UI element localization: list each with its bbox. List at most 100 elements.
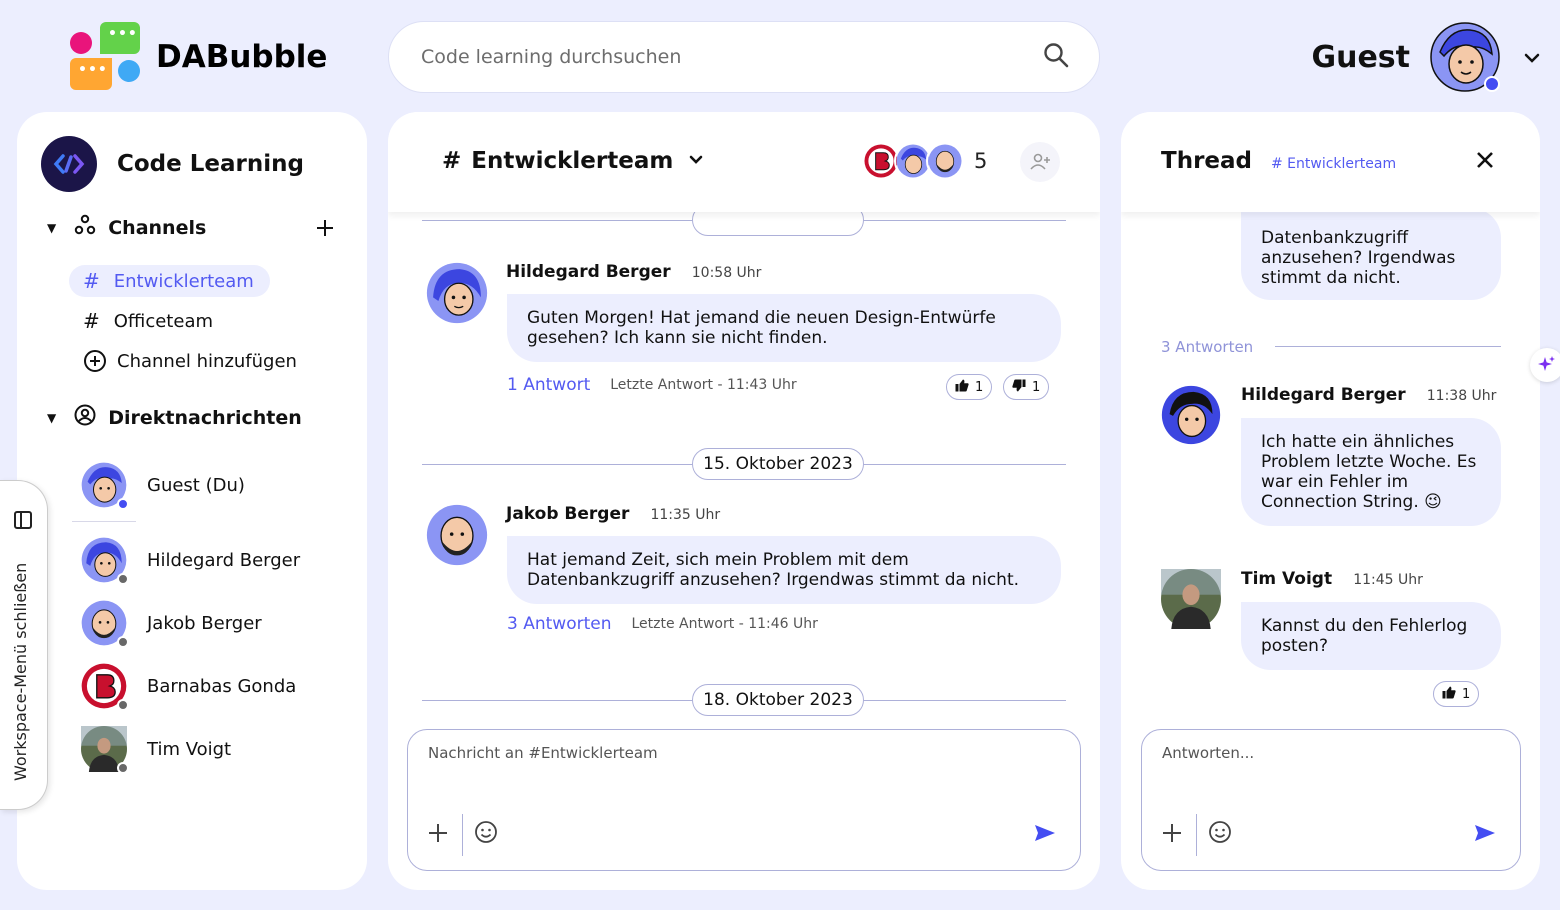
workspace-header[interactable]: Code Learning bbox=[41, 136, 304, 192]
channel-header: # Entwicklerteam 5 bbox=[388, 112, 1100, 212]
channels-section-toggle[interactable]: ▼ Channels bbox=[47, 214, 206, 241]
user-avatar[interactable] bbox=[1430, 22, 1500, 92]
reaction-thumbs-down[interactable]: 1 bbox=[1003, 374, 1050, 400]
author-name[interactable]: Jakob Berger bbox=[506, 504, 629, 524]
add-member-icon[interactable] bbox=[1020, 142, 1060, 182]
date-separator: 15. Oktober 2023 bbox=[422, 448, 1066, 480]
offline-status-dot bbox=[117, 636, 129, 648]
account-circle-icon bbox=[74, 404, 96, 431]
dm-name: Jakob Berger bbox=[147, 612, 262, 634]
dm-label: Direktnachrichten bbox=[108, 406, 302, 429]
message-bubble: Kannst du den Fehlerlog posten? bbox=[1241, 602, 1501, 670]
author-avatar[interactable] bbox=[1161, 385, 1221, 445]
author-name[interactable]: Hildegard Berger bbox=[1241, 385, 1406, 405]
date-pill: 18. Oktober 2023 bbox=[692, 684, 864, 716]
divider bbox=[1275, 346, 1501, 347]
message-bubble: Guten Morgen! Hat jemand die neuen Desig… bbox=[507, 294, 1061, 362]
hash-icon: # bbox=[83, 269, 100, 293]
online-status-dot bbox=[117, 498, 129, 510]
reaction-thumbs-up[interactable]: 1 bbox=[1433, 681, 1480, 707]
message-header: Hildegard Berger 11:38 Uhr bbox=[1241, 385, 1496, 405]
replies-link[interactable]: 3 Antworten bbox=[507, 614, 611, 634]
replies-link[interactable]: 1 Antwort bbox=[507, 375, 590, 395]
avatar bbox=[81, 462, 129, 510]
online-status-dot bbox=[1484, 76, 1500, 92]
divider bbox=[72, 521, 136, 522]
thread-composer bbox=[1141, 729, 1521, 871]
author-name[interactable]: Tim Voigt bbox=[1241, 569, 1332, 589]
channel-item-entwicklerteam[interactable]: # Entwicklerteam bbox=[69, 265, 270, 297]
chevron-down-icon[interactable] bbox=[1524, 48, 1540, 67]
thumbs-down-icon bbox=[1012, 379, 1026, 396]
send-icon[interactable] bbox=[1034, 824, 1056, 846]
author-name[interactable]: Hildegard Berger bbox=[506, 262, 671, 282]
channels-icon bbox=[74, 214, 96, 241]
offline-status-dot bbox=[117, 699, 129, 711]
dm-item-jakob-berger[interactable]: Jakob Berger bbox=[81, 600, 262, 648]
dm-section-toggle[interactable]: ▼ Direktnachrichten bbox=[47, 404, 302, 431]
sidebar-collapse-icon bbox=[14, 511, 32, 529]
reaction-count: 1 bbox=[1462, 686, 1471, 702]
add-attachment-icon[interactable] bbox=[428, 820, 448, 850]
workspace-name: Code Learning bbox=[117, 151, 304, 177]
thread-panel: Thread # Entwicklerteam Datenbankzugriff… bbox=[1121, 112, 1540, 890]
search-icon[interactable] bbox=[1043, 42, 1069, 72]
author-avatar[interactable] bbox=[426, 262, 488, 324]
dm-name: Tim Voigt bbox=[147, 738, 232, 760]
dm-item-guest[interactable]: Guest (Du) bbox=[81, 462, 245, 510]
channel-members-button[interactable]: 5 bbox=[862, 142, 987, 180]
emoji-icon[interactable] bbox=[474, 820, 498, 848]
search-input[interactable] bbox=[421, 46, 1043, 68]
dm-name: Guest (Du) bbox=[147, 474, 245, 496]
channel-label: Entwicklerteam bbox=[113, 270, 254, 292]
add-channel-button[interactable]: Channel hinzufügen bbox=[69, 345, 313, 377]
message-bubble: Hat jemand Zeit, sich mein Problem mit d… bbox=[507, 536, 1061, 604]
avatar bbox=[81, 663, 129, 711]
channel-label: Officeteam bbox=[113, 310, 214, 332]
date-separator: 18. Oktober 2023 bbox=[422, 684, 1066, 716]
author-avatar[interactable] bbox=[426, 504, 488, 566]
thread-header: Thread # Entwicklerteam bbox=[1121, 112, 1540, 212]
hash-icon: # bbox=[442, 148, 462, 174]
app-logo[interactable]: ••• ••• DABubble bbox=[70, 22, 327, 92]
reply-input[interactable] bbox=[1162, 744, 1465, 774]
channel-name: Entwicklerteam bbox=[471, 148, 674, 174]
add-circle-icon bbox=[83, 349, 107, 373]
add-attachment-icon[interactable] bbox=[1162, 820, 1182, 850]
message-replies: 3 Antworten Letzte Antwort - 11:46 Uhr bbox=[507, 614, 818, 634]
message-header: Jakob Berger 11:35 Uhr bbox=[506, 504, 720, 524]
ai-sparkle-icon[interactable] bbox=[1530, 348, 1560, 382]
search-bar[interactable] bbox=[388, 21, 1100, 93]
workspace-menu-toggle[interactable]: Workspace-Menü schließen bbox=[0, 480, 48, 810]
thumbs-up-icon bbox=[955, 379, 969, 396]
dm-item-hildegard-berger[interactable]: Hildegard Berger bbox=[81, 537, 300, 585]
dm-item-tim-voigt[interactable]: Tim Voigt bbox=[81, 726, 232, 774]
message-composer bbox=[407, 729, 1081, 871]
avatar bbox=[81, 600, 129, 648]
date-pill: 15. Oktober 2023 bbox=[692, 448, 864, 480]
message-input[interactable] bbox=[428, 744, 966, 774]
workspace-logo-icon bbox=[41, 136, 97, 192]
message-header: Hildegard Berger 10:58 Uhr bbox=[506, 262, 761, 282]
dm-name: Barnabas Gonda bbox=[147, 675, 297, 697]
reaction-count: 1 bbox=[1032, 379, 1041, 395]
user-menu[interactable]: Guest bbox=[1311, 22, 1540, 92]
channel-title-button[interactable]: # Entwicklerteam bbox=[442, 148, 703, 174]
reaction-thumbs-up[interactable]: 1 bbox=[946, 374, 993, 400]
close-icon[interactable] bbox=[1476, 146, 1494, 176]
hash-icon: # bbox=[83, 309, 100, 333]
divider bbox=[1196, 814, 1197, 856]
emoji-icon[interactable] bbox=[1208, 820, 1232, 848]
dm-item-barnabas-gonda[interactable]: Barnabas Gonda bbox=[81, 663, 297, 711]
send-icon[interactable] bbox=[1474, 824, 1496, 846]
caret-down-icon: ▼ bbox=[47, 410, 57, 425]
message-time: 11:45 Uhr bbox=[1353, 572, 1423, 588]
offline-status-dot bbox=[117, 573, 129, 585]
member-avatar bbox=[926, 142, 964, 180]
author-avatar[interactable] bbox=[1161, 569, 1221, 629]
add-channel-plus-icon[interactable] bbox=[315, 212, 335, 245]
channel-item-officeteam[interactable]: # Officeteam bbox=[69, 305, 229, 337]
app-name: DABubble bbox=[156, 39, 328, 75]
thread-parent-bubble: Datenbankzugriff anzusehen? Irgendwas st… bbox=[1241, 208, 1501, 300]
workspace-panel: Code Learning ▼ Channels # Entwicklertea… bbox=[17, 112, 367, 890]
